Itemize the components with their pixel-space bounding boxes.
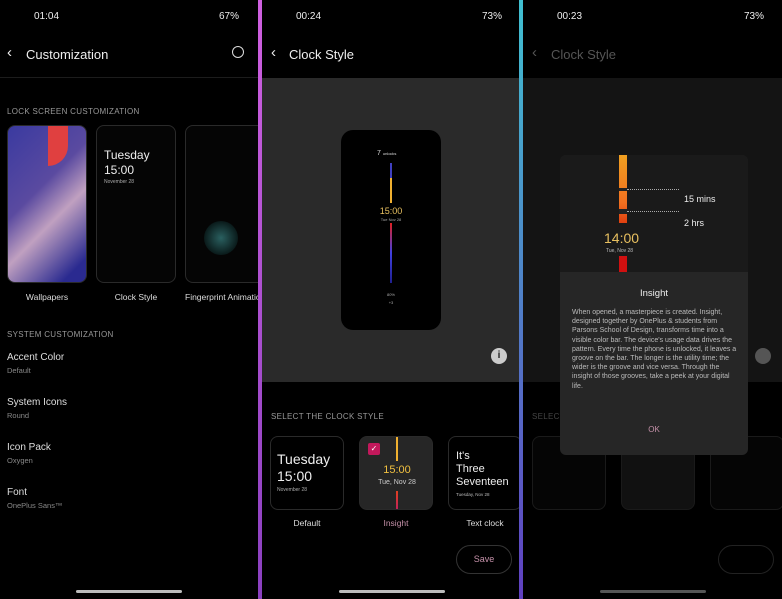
- item-title: System Icons: [7, 397, 68, 408]
- item-title: Icon Pack: [7, 442, 51, 453]
- option-label: Text clock: [466, 518, 504, 528]
- insight-time: 14:00: [604, 230, 640, 246]
- item-title: Accent Color: [7, 352, 65, 363]
- option-line: It's: [456, 450, 470, 462]
- unlocks-label: unlocks: [382, 151, 397, 156]
- card-label: Fingerprint Animatio: [185, 292, 258, 302]
- card-label: Wallpapers: [25, 292, 69, 302]
- option-line: Three: [456, 463, 485, 475]
- item-value: Round: [7, 411, 30, 420]
- page-title: Customization: [26, 47, 109, 62]
- status-battery: 67%: [219, 11, 240, 22]
- dialog-body: When opened, a masterpiece is created. I…: [572, 309, 737, 390]
- clock-option-text-clock[interactable]: It's Three Seventeen Tuesday, Nov 28: [448, 436, 519, 510]
- item-value: Default: [7, 366, 31, 375]
- section-header: SYSTEM CUSTOMIZATION: [7, 330, 114, 339]
- phone-preview: 7 unlocks 15:00 Tue Nov 28 80% +3: [341, 130, 441, 330]
- fingerprint-icon: [204, 221, 238, 255]
- search-icon[interactable]: [232, 46, 244, 58]
- home-indicator[interactable]: [76, 590, 182, 593]
- option-line: Seventeen: [456, 476, 509, 488]
- groove-duration: 2 hrs: [684, 218, 705, 228]
- item-value: Oxygen: [7, 456, 33, 465]
- back-icon[interactable]: ‹: [7, 44, 12, 61]
- info-icon[interactable]: [755, 348, 771, 364]
- page-title: Clock Style: [551, 47, 617, 62]
- dialog-title: Insight: [640, 288, 668, 299]
- option-day: Tuesday: [277, 451, 331, 467]
- clock-style-card[interactable]: Tuesday 15:00 November 28: [96, 125, 176, 283]
- status-time: 00:23: [557, 11, 583, 22]
- item-title: Font: [7, 487, 28, 498]
- section-header: SELECT THE CLOCK STYLE: [271, 412, 385, 421]
- ok-button[interactable]: OK: [634, 425, 674, 434]
- groove-duration: 15 mins: [684, 194, 716, 204]
- option-time: 15:00: [277, 468, 313, 484]
- preview-date: November 28: [104, 179, 135, 185]
- preview-time: 15:00: [379, 206, 403, 216]
- status-time: 00:24: [296, 11, 322, 22]
- clock-option-default[interactable]: Tuesday 15:00 November 28: [270, 436, 344, 510]
- fingerprint-animation-card[interactable]: [185, 125, 258, 283]
- unlocks-count: 7: [377, 150, 381, 157]
- info-icon[interactable]: i: [491, 348, 507, 364]
- option-time: 15:00: [383, 464, 411, 476]
- wallpapers-card[interactable]: [7, 125, 87, 283]
- insight-date: Tue, Nov 28: [606, 248, 634, 254]
- clock-style-info-screen: 00:23 73% ‹ Clock Style SELECT THE CLOCK…: [523, 0, 782, 599]
- clock-option-insight[interactable]: ✓ 15:00 Tue, Nov 28: [359, 436, 433, 510]
- option-date: Tuesday, Nov 28: [456, 492, 490, 497]
- save-button: [718, 545, 774, 574]
- insight-dialog: 15 mins 2 hrs 14:00 Tue, Nov 28 Insight …: [560, 155, 748, 455]
- home-indicator[interactable]: [600, 590, 706, 593]
- divider: [0, 77, 258, 78]
- back-icon[interactable]: ‹: [532, 44, 537, 61]
- preview-area: 7 unlocks 15:00 Tue Nov 28 80% +3 i: [262, 78, 519, 382]
- status-battery: 73%: [482, 11, 503, 22]
- option-label: Default: [293, 518, 321, 528]
- back-icon[interactable]: ‹: [271, 44, 276, 61]
- customization-screen: 01:04 67% ‹ Customization LOCK SCREEN CU…: [0, 0, 258, 599]
- insight-illustration: 15 mins 2 hrs 14:00 Tue, Nov 28: [560, 155, 748, 272]
- home-indicator[interactable]: [339, 590, 445, 593]
- clock-style-screen: 00:24 73% ‹ Clock Style 7 unlocks 15:00 …: [262, 0, 519, 599]
- preview-day: Tuesday: [104, 148, 150, 162]
- option-date: Tue, Nov 28: [378, 479, 416, 486]
- item-value: OnePlus Sans™: [7, 501, 63, 510]
- option-label: Insight: [383, 518, 409, 528]
- save-button[interactable]: Save: [456, 545, 512, 574]
- page-title: Clock Style: [289, 47, 355, 62]
- preview-date: Tue Nov 28: [380, 217, 402, 222]
- checkbox-checked-icon[interactable]: ✓: [368, 443, 380, 455]
- preview-notifications: +3: [388, 300, 394, 305]
- preview-time: 15:00: [104, 163, 135, 177]
- card-label: Clock Style: [114, 292, 158, 302]
- status-time: 01:04: [34, 11, 60, 22]
- status-battery: 73%: [744, 11, 765, 22]
- section-header: LOCK SCREEN CUSTOMIZATION: [7, 107, 140, 116]
- preview-battery: 80%: [386, 292, 395, 297]
- option-date: November 28: [277, 487, 308, 493]
